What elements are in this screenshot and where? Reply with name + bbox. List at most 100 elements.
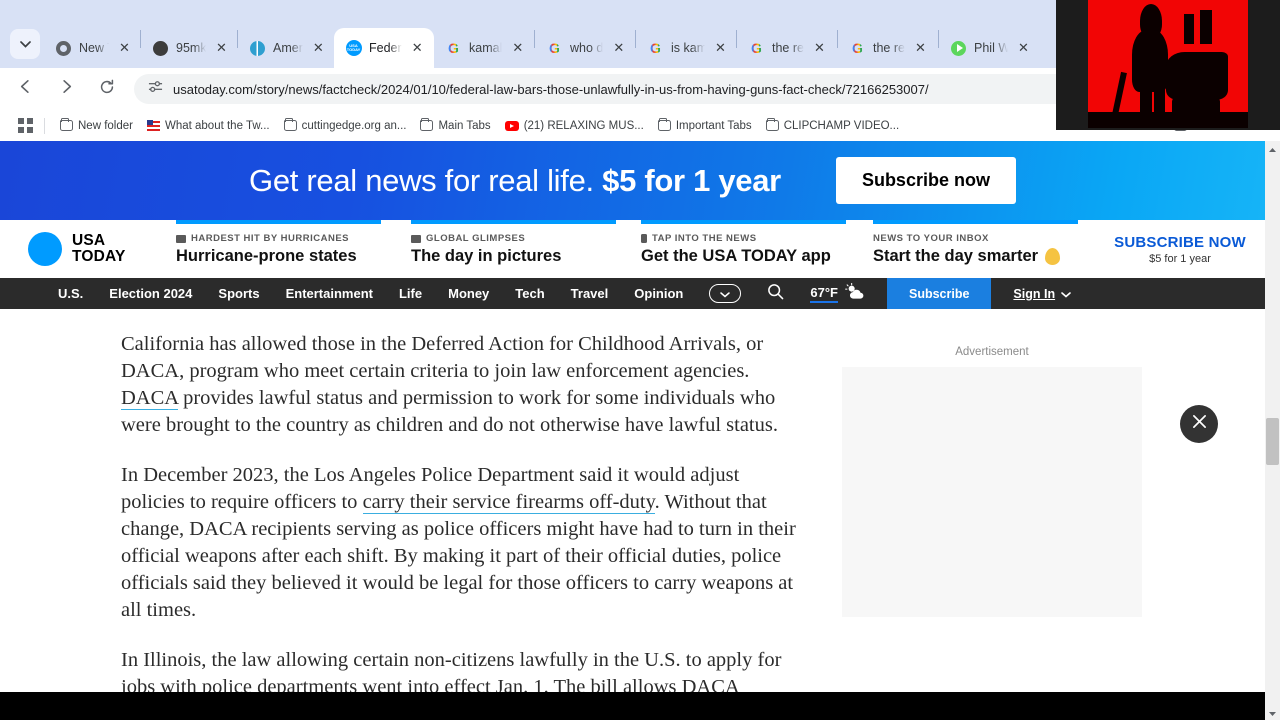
- promo-headline-text: Start the day smarter: [873, 247, 1039, 265]
- promo-headline: Get the USA TODAY app: [641, 247, 831, 265]
- header-subscribe-link[interactable]: SUBSCRIBE NOW $5 for 1 year: [1105, 234, 1255, 265]
- flag-icon: [146, 120, 160, 131]
- promo-kicker-text: TAP INTO THE NEWS: [652, 233, 757, 244]
- nav-item-life[interactable]: Life: [399, 286, 422, 301]
- silhouette-text-block: [1172, 96, 1220, 118]
- google-icon: G: [852, 40, 863, 56]
- folder-icon: [657, 117, 671, 131]
- nav-item-entertainment[interactable]: Entertainment: [286, 286, 373, 301]
- tab-title: 95mk: [176, 41, 206, 55]
- header-promo-app[interactable]: TAP INTO THE NEWS Get the USA TODAY app: [641, 220, 873, 278]
- advertisement-label: Advertisement: [955, 346, 1029, 358]
- chevron-down-icon: [720, 285, 731, 303]
- bookmark-item[interactable]: What about the Tw...: [140, 117, 277, 135]
- promo-headline-bold: $5 for 1 year: [602, 162, 781, 198]
- browser-tab[interactable]: Phil W ✕: [939, 28, 1039, 68]
- forward-button[interactable]: [50, 73, 82, 105]
- browser-tab[interactable]: G kamal ✕: [434, 28, 534, 68]
- reload-button[interactable]: [91, 73, 123, 105]
- tab-search-button[interactable]: [10, 29, 40, 59]
- promo-headline: Get real news for real life. $5 for 1 ye…: [249, 163, 781, 199]
- promo-accent-bar: [873, 220, 1078, 224]
- header-promo-newsletter[interactable]: NEWS TO YOUR INBOX Start the day smarter: [873, 220, 1098, 278]
- bookmark-label: Important Tabs: [675, 119, 752, 132]
- article-paragraph: California has allowed those in the Defe…: [121, 331, 801, 439]
- promo-headline: The day in pictures: [411, 247, 562, 265]
- google-icon: G: [650, 40, 661, 56]
- nav-item-money[interactable]: Money: [448, 286, 489, 301]
- article-link-firearms-off-duty[interactable]: carry their service firearms off-duty: [362, 491, 655, 514]
- logo-line-2: TODAY: [72, 248, 126, 265]
- bookmark-label: (21) RELAXING MUS...: [523, 119, 644, 132]
- header-promo-global-glimpses[interactable]: GLOBAL GLIMPSES The day in pictures: [411, 220, 641, 278]
- tab-title: Feder: [369, 41, 402, 55]
- browser-tab[interactable]: G is kam ✕: [636, 28, 736, 68]
- reload-icon: [98, 78, 116, 101]
- tab-title: the re: [772, 41, 804, 55]
- browser-tab[interactable]: Amer ✕: [238, 28, 334, 68]
- browser-tab[interactable]: New T ✕: [44, 28, 140, 68]
- subscribe-now-button[interactable]: Subscribe now: [835, 157, 1016, 204]
- browser-tab[interactable]: G who d ✕: [535, 28, 635, 68]
- nav-item-tech[interactable]: Tech: [515, 286, 544, 301]
- bookmark-item[interactable]: CLIPCHAMP VIDEO...: [759, 117, 906, 135]
- video-overlay-window[interactable]: [1056, 0, 1280, 130]
- bookmark-item[interactable]: Main Tabs: [413, 117, 497, 135]
- tab-close-button[interactable]: ✕: [116, 40, 133, 57]
- header-promo-hurricanes[interactable]: HARDEST HIT BY HURRICANES Hurricane-pron…: [176, 220, 411, 278]
- bookmark-item[interactable]: New folder: [53, 117, 140, 135]
- tab-close-button[interactable]: ✕: [1015, 40, 1032, 57]
- page-scrollbar[interactable]: [1265, 141, 1280, 720]
- tab-close-button[interactable]: ✕: [310, 40, 327, 57]
- usatoday-logo-text: USA TODAY: [72, 232, 126, 266]
- promo-kicker: HARDEST HIT BY HURRICANES: [176, 233, 411, 244]
- browser-tab[interactable]: 95mk ✕: [141, 28, 237, 68]
- browser-tab-active[interactable]: USA TODAY Feder ✕: [334, 28, 434, 68]
- tab-close-button[interactable]: ✕: [610, 40, 627, 57]
- site-search-button[interactable]: [767, 283, 784, 305]
- promo-accent-bar: [641, 220, 846, 224]
- nav-more-menu-button[interactable]: [709, 284, 742, 303]
- tune-icon[interactable]: [148, 79, 163, 99]
- bottom-black-bar: [0, 692, 1265, 720]
- tab-close-button[interactable]: ✕: [811, 40, 828, 57]
- nav-item-sports[interactable]: Sports: [218, 286, 259, 301]
- subscription-promo-banner[interactable]: Get real news for real life. $5 for 1 ye…: [0, 141, 1265, 220]
- bookmark-item[interactable]: cuttingedge.org an...: [277, 117, 414, 135]
- scrollbar-thumb[interactable]: [1266, 418, 1279, 465]
- tab-title: New T: [79, 41, 109, 55]
- usatoday-logo[interactable]: USA TODAY: [0, 232, 176, 266]
- tab-close-button[interactable]: ✕: [509, 40, 526, 57]
- site-header: USA TODAY HARDEST HIT BY HURRICANES Hurr…: [0, 220, 1265, 278]
- close-ad-button[interactable]: [1180, 405, 1218, 443]
- article-link-daca[interactable]: DACA: [121, 387, 178, 410]
- nav-item-opinion[interactable]: Opinion: [634, 286, 683, 301]
- sign-in-button[interactable]: Sign In: [1013, 285, 1071, 303]
- article-paragraph: In December 2023, the Los Angeles Police…: [121, 462, 801, 624]
- nav-item-us[interactable]: U.S.: [58, 286, 83, 301]
- nav-item-travel[interactable]: Travel: [571, 286, 609, 301]
- site-navigation-bar: U.S. Election 2024 Sports Entertainment …: [0, 278, 1265, 309]
- silhouette-horse: [1166, 52, 1228, 100]
- apps-grid-icon[interactable]: [14, 115, 36, 137]
- sun-behind-cloud-icon: [844, 282, 865, 305]
- tab-close-button[interactable]: ✕: [912, 40, 929, 57]
- promo-accent-bar: [411, 220, 616, 224]
- browser-tab[interactable]: G the re ✕: [737, 28, 837, 68]
- browser-tab[interactable]: G the re ✕: [838, 28, 938, 68]
- nav-subscribe-button[interactable]: Subscribe: [886, 278, 992, 309]
- back-button[interactable]: [9, 73, 41, 105]
- camera-icon: [176, 234, 186, 243]
- scrollbar-up-button[interactable]: [1265, 141, 1280, 156]
- tab-close-button[interactable]: ✕: [213, 40, 230, 57]
- silhouette-ground: [1088, 112, 1248, 128]
- scrollbar-down-button[interactable]: [1265, 705, 1280, 720]
- bookmark-label: New folder: [78, 119, 133, 132]
- tab-close-button[interactable]: ✕: [712, 40, 729, 57]
- tab-close-button[interactable]: ✕: [409, 40, 426, 57]
- bookmark-item[interactable]: (21) RELAXING MUS...: [498, 117, 651, 135]
- nav-item-election-2024[interactable]: Election 2024: [109, 286, 192, 301]
- advertisement-slot[interactable]: [842, 367, 1142, 617]
- bookmark-item[interactable]: Important Tabs: [651, 117, 759, 135]
- weather-widget[interactable]: 67°F: [810, 282, 865, 305]
